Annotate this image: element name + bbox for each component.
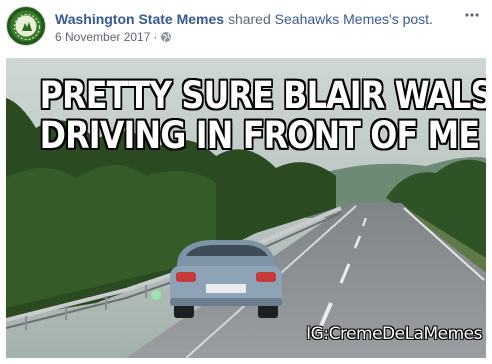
shared-text: shared xyxy=(224,11,275,27)
post-date[interactable]: 6 November 2017 xyxy=(55,30,150,44)
more-options-icon[interactable] xyxy=(462,10,482,22)
meme-caption-line2: DRIVING IN FRONT OF ME xyxy=(39,114,481,157)
meme-caption-line1: PRETTY SURE BLAIR WALSH IS xyxy=(39,74,486,117)
page-avatar[interactable] xyxy=(6,6,46,46)
page-name-link[interactable]: Washington State Memes xyxy=(55,11,224,27)
watermark: IG:CremeDeLaMemes xyxy=(306,324,482,344)
post-meta: 6 November 2017 · xyxy=(55,30,172,46)
globe-icon xyxy=(160,31,172,46)
post-header: Washington State Memes shared Seahawks M… xyxy=(0,0,492,56)
shared-post-link[interactable]: Seahawks Memes's post. xyxy=(275,11,433,27)
separator-dot: · xyxy=(153,30,158,44)
post-title: Washington State Memes shared Seahawks M… xyxy=(55,11,433,28)
seal-icon xyxy=(14,14,40,40)
post-image[interactable]: PRETTY SURE BLAIR WALSH IS DRIVING IN FR… xyxy=(6,58,486,358)
